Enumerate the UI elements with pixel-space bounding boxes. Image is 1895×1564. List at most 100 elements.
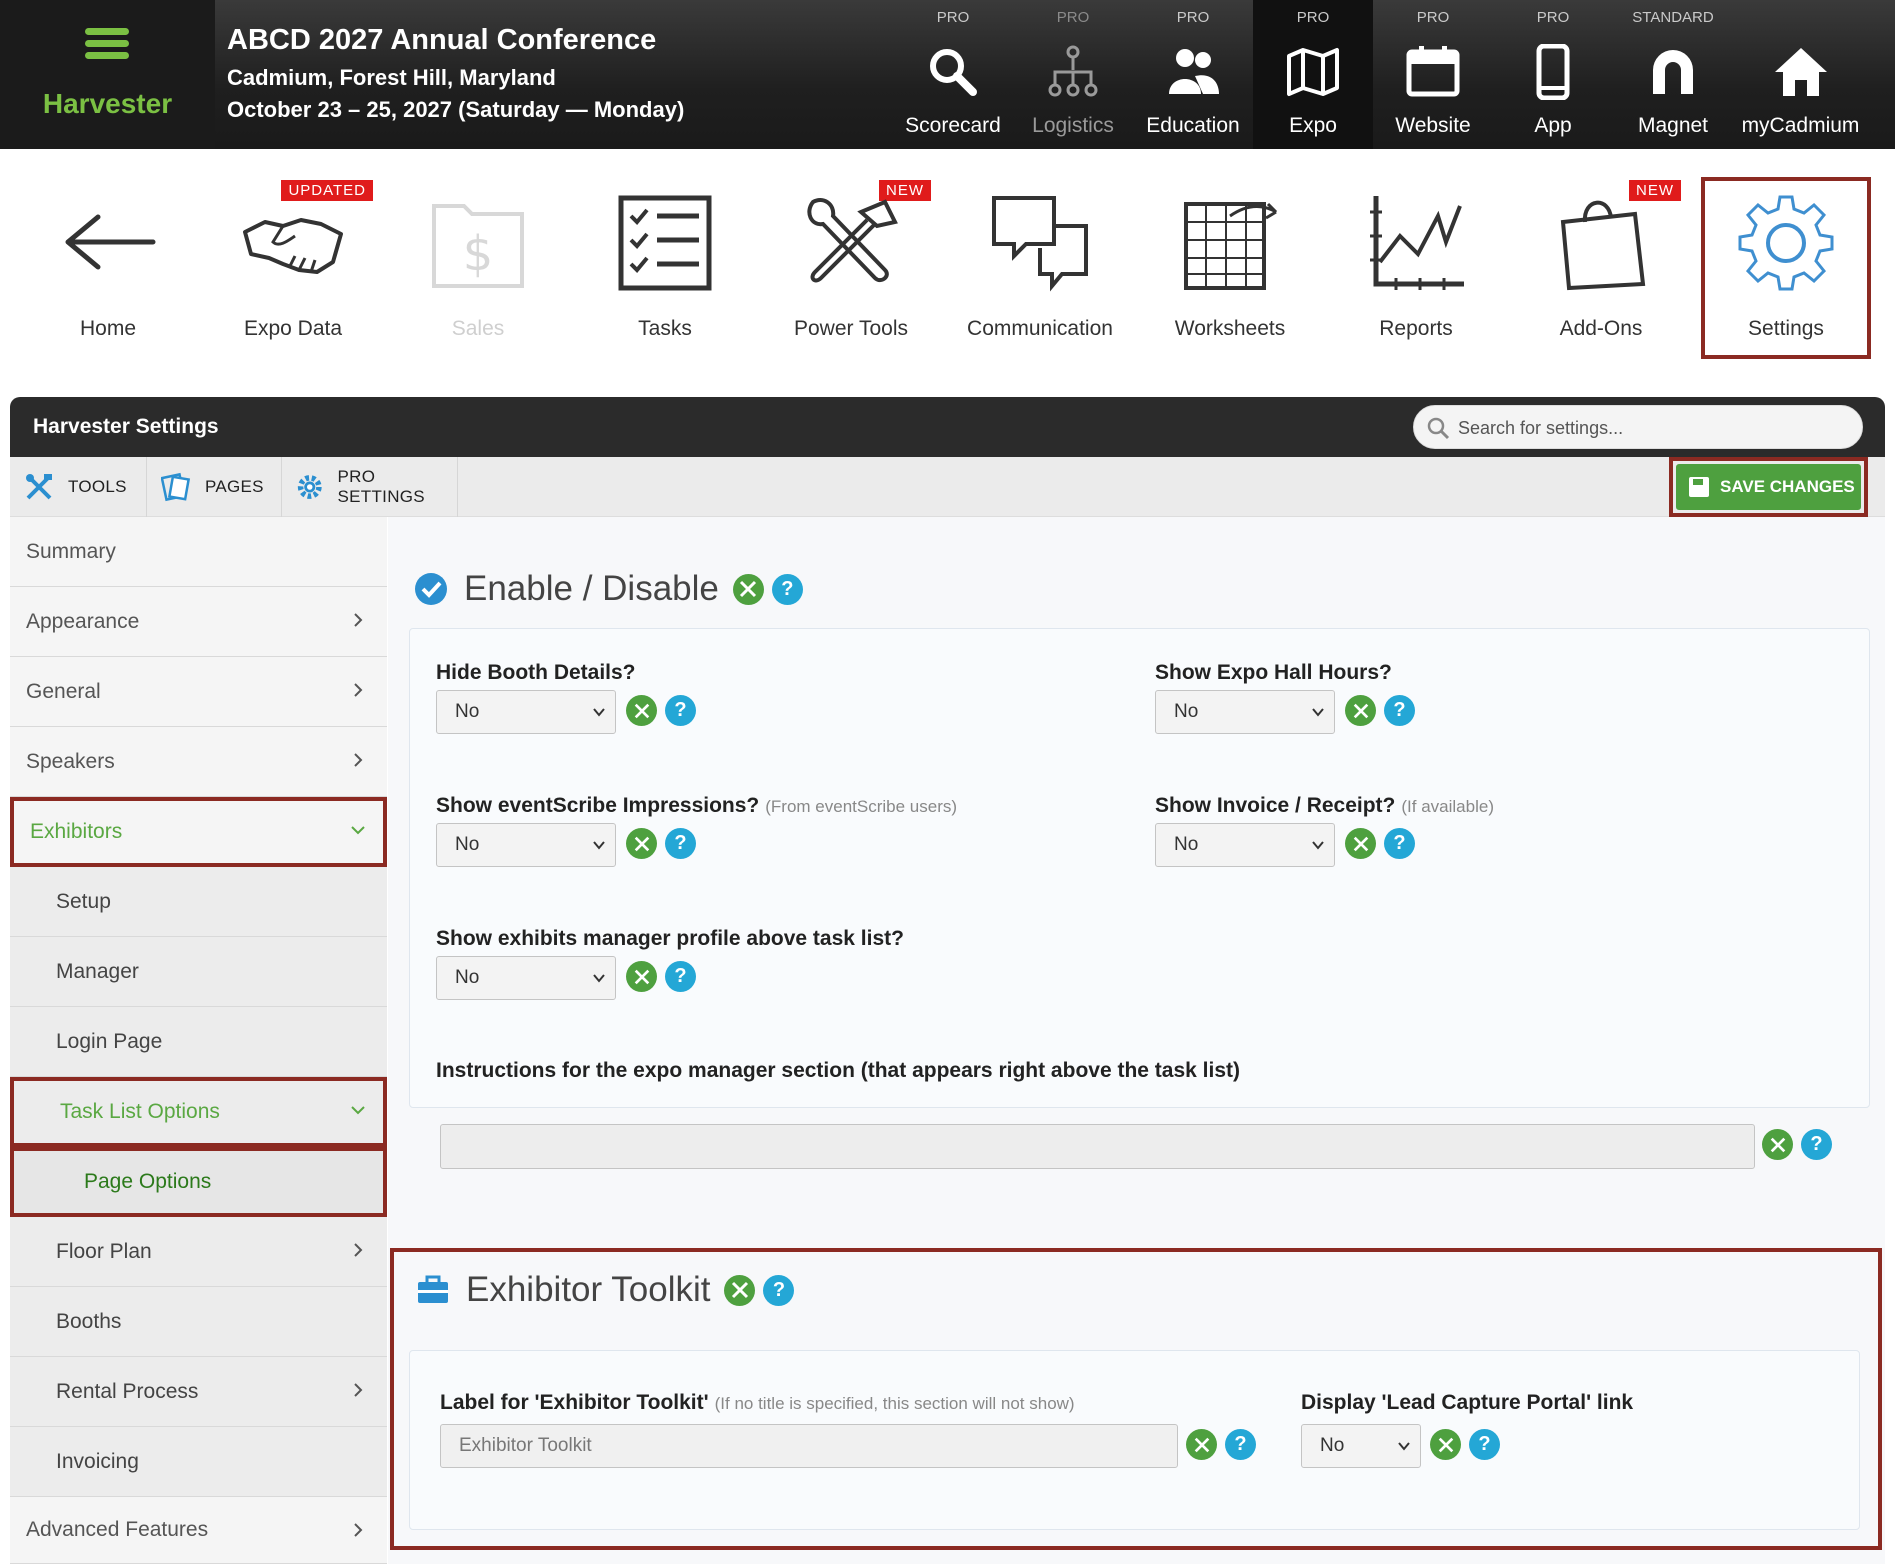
settings-search[interactable]	[1413, 405, 1863, 449]
tool-expo-data[interactable]: UPDATED Expo Data	[213, 170, 373, 360]
sidebar-item-general[interactable]: General	[10, 657, 387, 727]
nav-label: Education	[1146, 114, 1240, 137]
tools-icon[interactable]	[626, 828, 657, 859]
sidebar-item-advanced-features[interactable]: Advanced Features	[10, 1497, 387, 1564]
impressions-select[interactable]: No	[436, 823, 616, 867]
tab-pro-settings[interactable]: PRO SETTINGS	[282, 457, 458, 517]
tools-icon[interactable]	[724, 1274, 756, 1306]
select-value: No	[455, 701, 480, 722]
tools-icon[interactable]	[1345, 695, 1376, 726]
invoice-select[interactable]: No	[1155, 823, 1335, 867]
help-icon[interactable]: ?	[763, 1274, 795, 1306]
help-icon[interactable]: ?	[1225, 1429, 1256, 1460]
tools-icon[interactable]	[626, 695, 657, 726]
nav-app[interactable]: PRO App	[1493, 0, 1613, 149]
toolkit-label-input[interactable]: Exhibitor Toolkit	[440, 1424, 1178, 1468]
tool-communication[interactable]: Communication	[960, 170, 1120, 360]
instructions-input[interactable]	[440, 1124, 1755, 1169]
help-icon[interactable]: ?	[1384, 828, 1415, 859]
toolkit-label-text: Label for 'Exhibitor Toolkit'	[440, 1391, 709, 1414]
save-changes-button[interactable]: SAVE CHANGES	[1676, 464, 1861, 510]
sidebar-item-label: Rental Process	[56, 1379, 199, 1403]
tools-icon[interactable]	[732, 573, 764, 605]
tab-label: PAGES	[205, 477, 264, 496]
nav-website[interactable]: PRO Website	[1373, 0, 1493, 149]
tab-tools[interactable]: TOOLS	[10, 457, 147, 517]
tools-icon[interactable]	[626, 961, 657, 992]
help-icon[interactable]: ?	[1469, 1429, 1500, 1460]
tool-power-tools[interactable]: NEW Power Tools	[771, 170, 931, 360]
sidebar-item-appearance[interactable]: Appearance	[10, 587, 387, 657]
sidebar-item-setup[interactable]: Setup	[10, 867, 387, 937]
tools-icon[interactable]	[1345, 828, 1376, 859]
expo-hours-label: Show Expo Hall Hours?	[1155, 661, 1392, 684]
help-icon[interactable]: ?	[665, 695, 696, 726]
tool-settings[interactable]: Settings	[1701, 177, 1871, 359]
sidebar-item-page-options[interactable]: Page Options	[10, 1147, 387, 1217]
invoice-label: Show Invoice / Receipt? (If available)	[1155, 794, 1494, 818]
select-value: No	[1320, 1435, 1345, 1456]
sidebar-item-exhibitors[interactable]: Exhibitors	[10, 797, 387, 867]
sidebar-item-booths[interactable]: Booths	[10, 1287, 387, 1357]
tool-label: Expo Data	[243, 317, 343, 340]
tools-icon[interactable]	[1186, 1429, 1217, 1460]
checklist-icon	[618, 195, 712, 291]
sidebar-item-invoicing[interactable]: Invoicing	[10, 1427, 387, 1497]
sidebar-item-speakers[interactable]: Speakers	[10, 727, 387, 797]
lead-capture-select[interactable]: No	[1301, 1424, 1421, 1468]
chevron-down-icon	[1398, 1442, 1410, 1451]
tools-icon[interactable]	[1762, 1129, 1793, 1160]
nav-tier: PRO	[1176, 9, 1210, 26]
manager-profile-select[interactable]: No	[436, 956, 616, 1000]
sidebar-item-label: Booths	[56, 1309, 122, 1333]
tool-label: Sales	[451, 317, 505, 340]
sidebar-item-login-page[interactable]: Login Page	[10, 1007, 387, 1077]
expo-hours-select[interactable]: No	[1155, 690, 1335, 734]
field-actions: ?	[626, 961, 696, 992]
sidebar-item-manager[interactable]: Manager	[10, 937, 387, 1007]
help-icon[interactable]: ?	[665, 961, 696, 992]
hide-booth-label: Hide Booth Details?	[436, 661, 636, 684]
exhibitor-toolkit-heading: Exhibitor Toolkit ?	[416, 1270, 795, 1310]
sidebar-item-summary[interactable]: Summary	[10, 517, 387, 587]
chevron-down-icon	[593, 974, 605, 983]
tools-icon[interactable]	[1430, 1429, 1461, 1460]
help-icon[interactable]: ?	[1801, 1129, 1832, 1160]
search-input[interactable]	[1458, 414, 1848, 442]
tool-reports[interactable]: Reports	[1336, 170, 1496, 360]
help-icon[interactable]: ?	[665, 828, 696, 859]
tool-tasks[interactable]: Tasks	[585, 170, 745, 360]
tool-home[interactable]: Home	[28, 170, 188, 360]
sidebar-item-floor-plan[interactable]: Floor Plan	[10, 1217, 387, 1287]
brand-block[interactable]: Harvester	[0, 0, 215, 149]
invoice-label-text: Show Invoice / Receipt?	[1155, 794, 1396, 817]
nav-mycadmium[interactable]: myCadmium	[1733, 0, 1868, 149]
tool-label: Add-Ons	[1559, 317, 1643, 340]
nav-tier: PRO	[936, 9, 970, 26]
nav-logistics[interactable]: PRO Logistics	[1013, 0, 1133, 149]
invoice-note: (If available)	[1401, 797, 1494, 816]
tab-label: TOOLS	[68, 477, 127, 496]
sidebar-item-rental-process[interactable]: Rental Process	[10, 1357, 387, 1427]
chevron-right-icon	[354, 683, 363, 697]
impressions-note: (From eventScribe users)	[765, 797, 958, 816]
svg-text:$: $	[463, 226, 494, 282]
nav-expo[interactable]: PRO Expo	[1253, 0, 1373, 149]
tool-worksheets[interactable]: Worksheets	[1150, 170, 1310, 360]
hide-booth-select[interactable]: No	[436, 690, 616, 734]
tool-label: Power Tools	[793, 317, 908, 340]
tool-add-ons[interactable]: NEW Add-Ons	[1521, 170, 1681, 360]
help-icon[interactable]: ?	[1384, 695, 1415, 726]
tab-pages[interactable]: PAGES	[147, 457, 282, 517]
nav-magnet[interactable]: STANDARD Magnet	[1613, 0, 1733, 149]
nav-scorecard[interactable]: PRO Scorecard	[893, 0, 1013, 149]
sidebar-item-label: Speakers	[26, 749, 115, 773]
calendar-icon	[1406, 46, 1460, 97]
save-highlight: SAVE CHANGES	[1669, 457, 1868, 517]
tool-sales[interactable]: $ Sales	[398, 170, 558, 360]
help-icon[interactable]: ?	[771, 573, 803, 605]
hamburger-menu-icon[interactable]	[85, 28, 129, 60]
sidebar-item-task-list-options[interactable]: Task List Options	[10, 1077, 387, 1147]
top-bar: Harvester ABCD 2027 Annual Conference Ca…	[0, 0, 1895, 149]
nav-education[interactable]: PRO Education	[1133, 0, 1253, 149]
